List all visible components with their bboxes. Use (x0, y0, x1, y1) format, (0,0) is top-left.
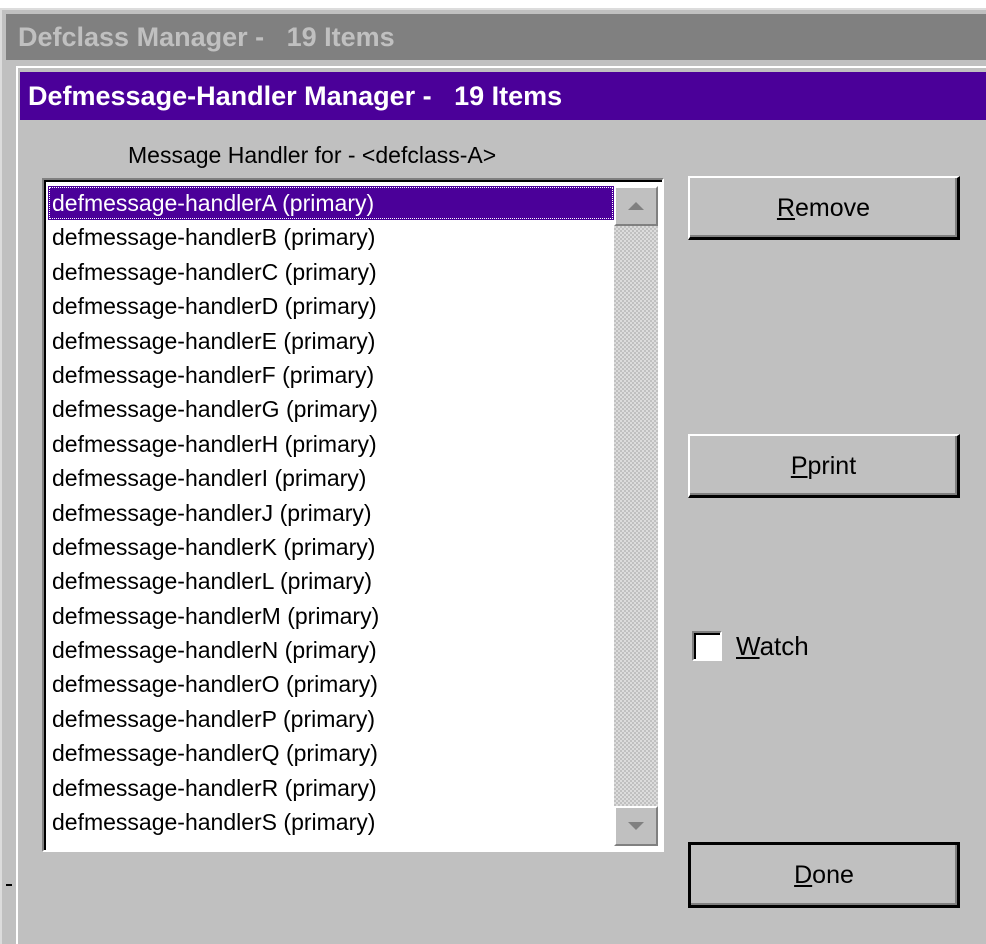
list-item[interactable]: defmessage-handlerF (primary) (48, 358, 614, 392)
up-arrow-icon (628, 202, 644, 210)
list-item[interactable]: defmessage-handlerG (primary) (48, 392, 614, 426)
remove-button[interactable]: Remove (688, 176, 960, 240)
list-item[interactable]: defmessage-handlerR (primary) (48, 771, 614, 805)
list-item[interactable]: defmessage-handlerD (primary) (48, 289, 614, 323)
scroll-up-button[interactable] (614, 186, 658, 226)
handler-listbox[interactable]: defmessage-handlerA (primary) defmessage-… (42, 178, 664, 852)
list-item[interactable]: defmessage-handlerN (primary) (48, 633, 614, 667)
watch-checkbox-box[interactable] (692, 631, 722, 661)
list-item[interactable]: defmessage-handlerI (primary) (48, 461, 614, 495)
list-item[interactable]: defmessage-handlerL (primary) (48, 564, 614, 598)
list-item[interactable]: defmessage-handlerA (primary) (48, 186, 614, 221)
watch-checkbox-label[interactable]: Watch (736, 631, 809, 662)
window-edge-mark (6, 884, 12, 886)
vertical-scrollbar[interactable] (614, 186, 658, 846)
pprint-button[interactable]: Pprint (688, 434, 960, 498)
list-item[interactable]: defmessage-handlerS (primary) (48, 805, 614, 839)
scroll-down-button[interactable] (614, 806, 658, 846)
handler-list: defmessage-handlerA (primary) defmessage-… (48, 186, 614, 839)
list-item[interactable]: defmessage-handlerB (primary) (48, 220, 614, 254)
pprint-button-label: Pprint (790, 451, 857, 480)
list-item[interactable]: defmessage-handlerP (primary) (48, 702, 614, 736)
list-item[interactable]: defmessage-handlerC (primary) (48, 255, 614, 289)
list-item[interactable]: defmessage-handlerK (primary) (48, 530, 614, 564)
list-item[interactable]: defmessage-handlerM (primary) (48, 599, 614, 633)
done-button[interactable]: Done (688, 842, 960, 908)
list-item[interactable]: defmessage-handlerO (primary) (48, 667, 614, 701)
remove-button-label: Remove (776, 193, 871, 222)
done-button-label: Done (794, 861, 854, 889)
dialog-titlebar[interactable]: Defmessage-Handler Manager - 19 Items (20, 72, 986, 120)
list-item[interactable]: defmessage-handlerE (primary) (48, 324, 614, 358)
list-item[interactable]: defmessage-handlerQ (primary) (48, 736, 614, 770)
list-label: Message Handler for - <defclass-A> (128, 142, 497, 168)
watch-checkbox[interactable]: Watch (692, 626, 809, 666)
down-arrow-icon (628, 822, 644, 830)
defclass-manager-titlebar[interactable]: Defclass Manager - 19 Items (6, 14, 986, 60)
list-item[interactable]: defmessage-handlerH (primary) (48, 427, 614, 461)
list-item[interactable]: defmessage-handlerJ (primary) (48, 496, 614, 530)
